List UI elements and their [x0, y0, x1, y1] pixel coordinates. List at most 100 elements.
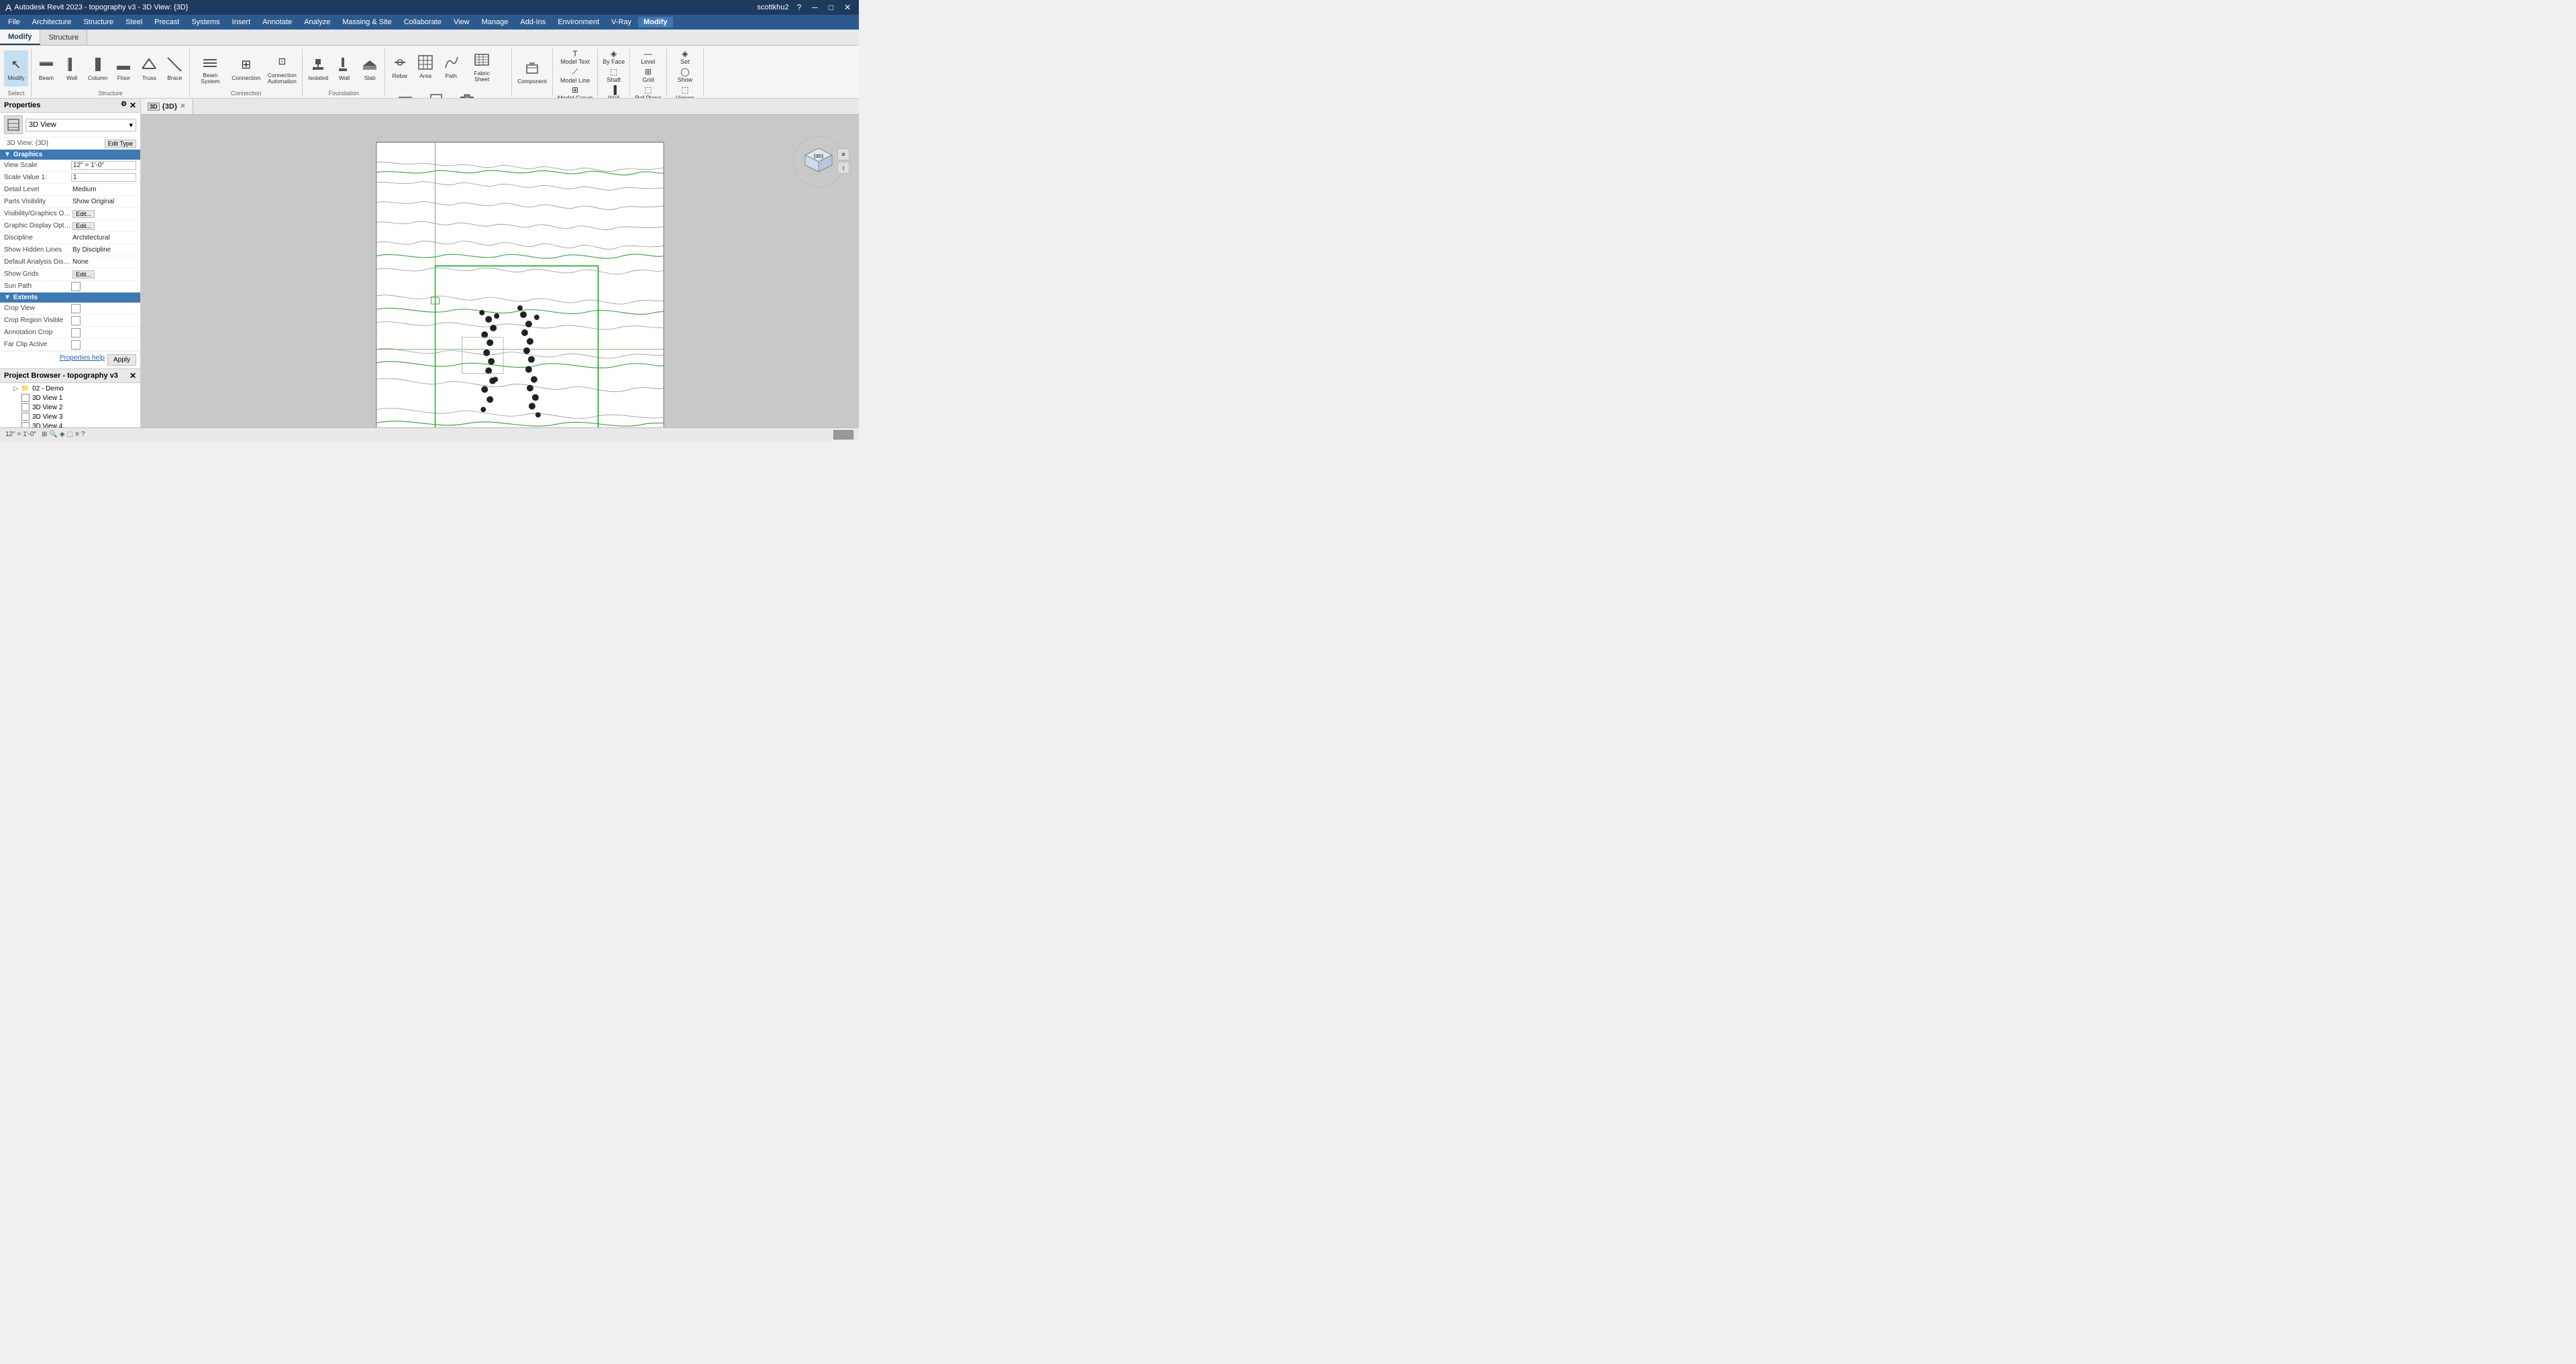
select-group-label: Select	[4, 89, 28, 97]
menu-precast[interactable]: Precast	[149, 17, 185, 28]
drawing-canvas[interactable]: {3D} ≡ ↕	[141, 115, 859, 427]
menu-steel[interactable]: Steel	[120, 17, 148, 28]
status-icon-3[interactable]: ◈	[60, 431, 65, 438]
status-right-box[interactable]	[833, 430, 854, 439]
titlebar-help[interactable]: ?	[794, 3, 804, 12]
model-group-button[interactable]: ⊞ Model Group	[556, 85, 595, 98]
browser-item-3dview4[interactable]: 3D View 4	[0, 421, 140, 427]
ref-plane-button[interactable]: ⬚ Ref Plane	[633, 85, 664, 98]
props-icon[interactable]: ≡	[837, 148, 849, 160]
status-icon-5[interactable]: ≡	[75, 431, 79, 438]
sun-path-checkbox[interactable]	[71, 282, 81, 291]
menu-systems[interactable]: Systems	[186, 17, 225, 28]
far-clip-checkbox[interactable]	[71, 340, 81, 350]
level-button[interactable]: ― Level	[638, 48, 658, 66]
view-tab-3d[interactable]: 3D {3D} ✕	[141, 99, 193, 114]
menu-addins[interactable]: Add-Ins	[515, 17, 551, 28]
scale-value-value[interactable]: 1	[71, 173, 136, 182]
menu-analyze[interactable]: Analyze	[299, 17, 336, 28]
set-button[interactable]: ◈ Set	[675, 48, 695, 66]
titlebar-close[interactable]: ✕	[841, 3, 854, 12]
menu-collaborate[interactable]: Collaborate	[399, 17, 447, 28]
browser-item-02-demo[interactable]: ▷ 📁 02 - Demo	[0, 384, 140, 393]
view-tab-close-icon[interactable]: ✕	[180, 103, 185, 110]
truss-button[interactable]: Truss	[137, 50, 161, 87]
crop-region-checkbox[interactable]	[71, 316, 81, 325]
path-button[interactable]: Path	[439, 48, 463, 85]
show-grids-btn[interactable]: Edit...	[72, 270, 95, 278]
menu-file[interactable]: File	[3, 17, 25, 28]
grid-button[interactable]: ⊞ Grid	[638, 66, 658, 84]
cover-button[interactable]: Cover	[424, 86, 448, 98]
status-icon-6[interactable]: ?	[81, 431, 85, 438]
menu-manage[interactable]: Manage	[476, 17, 514, 28]
connection-auto-button[interactable]: ⊡ Connection Automation	[264, 50, 299, 87]
crop-view-checkbox[interactable]	[71, 304, 81, 313]
menu-structure[interactable]: Structure	[78, 17, 119, 28]
brace-button[interactable]: Brace	[162, 50, 187, 87]
statusbar-left: 12" = 1'-0" ⊞ 🔍 ◈ ⬚ ≡ ?	[5, 431, 85, 438]
status-icon-2[interactable]: 🔍	[49, 431, 57, 438]
component-button[interactable]: Component	[515, 54, 550, 90]
properties-close-icon[interactable]: ✕	[130, 101, 136, 110]
vis-graphics-btn[interactable]: Edit...	[72, 210, 95, 218]
scroll-icon[interactable]: ↕	[837, 162, 849, 174]
properties-settings-icon[interactable]: ⚙	[121, 101, 127, 110]
viewer-button[interactable]: ⬚ Viewer	[674, 85, 696, 98]
properties-help-link[interactable]: Properties help	[60, 354, 105, 366]
connection-button[interactable]: ⊞ Connection	[229, 50, 263, 87]
beam-button[interactable]: Beam	[34, 50, 58, 87]
prop-edit-type-btn[interactable]: Edit Type	[105, 140, 136, 148]
isolated-button[interactable]: Isolated	[305, 50, 331, 87]
tab-structure[interactable]: Structure	[40, 30, 87, 45]
wall-found-button[interactable]: Wall	[332, 50, 356, 87]
structure-tools: Beam Wall Column	[34, 48, 187, 89]
menu-environment[interactable]: Environment	[552, 17, 605, 28]
browser-item-3dview3[interactable]: 3D View 3	[0, 412, 140, 421]
rebar-button[interactable]: Rebar	[388, 48, 412, 85]
prop-type-dropdown[interactable]: 3D View ▾	[25, 119, 136, 132]
status-icon-4[interactable]: ⬚	[67, 431, 73, 438]
graphic-display-label: Graphic Display Optio...	[4, 222, 71, 229]
view-scale-value[interactable]: 12" = 1'-0"	[71, 161, 136, 170]
menu-architecture[interactable]: Architecture	[27, 17, 77, 28]
floor-button[interactable]: Floor	[111, 50, 136, 87]
browser-item-3dview2[interactable]: 3D View 2	[0, 403, 140, 412]
menu-massing-site[interactable]: Massing & Site	[337, 17, 397, 28]
modify-button[interactable]: ↖ Modify	[4, 50, 28, 87]
show-button[interactable]: ◯ Show	[675, 66, 695, 84]
model-line-button[interactable]: ⟋ Model Line	[558, 66, 592, 84]
browser-item-3dview1[interactable]: 3D View 1	[0, 393, 140, 403]
menu-insert[interactable]: Insert	[227, 17, 256, 28]
titlebar-title: Autodesk Revit 2023 - topography v3 - 3D…	[14, 3, 188, 11]
shaft-button[interactable]: ⬚ Shaft	[604, 66, 624, 84]
titlebar-maximize[interactable]: □	[826, 3, 836, 12]
extents-section-header[interactable]: ▼ Extents	[0, 293, 140, 303]
model-text-button[interactable]: T Model Text	[558, 48, 591, 66]
wall-opening-button[interactable]: ▐ Wall	[604, 85, 624, 98]
fabric-wire-button[interactable]: Fabric Wire	[388, 86, 422, 98]
workplane-tools: ◈ Set ◯ Show ⬚ Viewer	[674, 48, 696, 98]
graphic-display-btn[interactable]: Edit...	[72, 222, 95, 230]
titlebar-minimize[interactable]: ─	[809, 3, 821, 12]
graphics-section-header[interactable]: ▼ Graphics	[0, 150, 140, 160]
menu-vray[interactable]: V-Ray	[606, 17, 637, 28]
column-button[interactable]: Column	[85, 50, 110, 87]
beam-system-button[interactable]: Beam System	[193, 50, 227, 87]
project-browser-close-icon[interactable]: ✕	[130, 371, 136, 380]
fabric-sheet-button[interactable]: Fabric Sheet	[464, 48, 499, 85]
wall-button[interactable]: Wall	[60, 50, 84, 87]
annotation-crop-checkbox[interactable]	[71, 328, 81, 337]
rebar-coupler-button[interactable]: Rebar Coupler	[450, 86, 484, 98]
menu-view[interactable]: View	[448, 17, 475, 28]
tab-modify[interactable]: Modify	[0, 30, 40, 45]
level-label: Level	[641, 58, 656, 65]
status-icon-1[interactable]: ⊞	[42, 431, 47, 438]
menu-modify[interactable]: Modify	[638, 17, 672, 28]
by-face-button[interactable]: ◈ By Face	[601, 48, 627, 66]
menu-annotate[interactable]: Annotate	[257, 17, 297, 28]
apply-button[interactable]: Apply	[107, 354, 136, 366]
prop-type-icon	[4, 115, 23, 134]
slab-button[interactable]: Slab	[358, 50, 382, 87]
area-button[interactable]: Area	[413, 48, 437, 85]
